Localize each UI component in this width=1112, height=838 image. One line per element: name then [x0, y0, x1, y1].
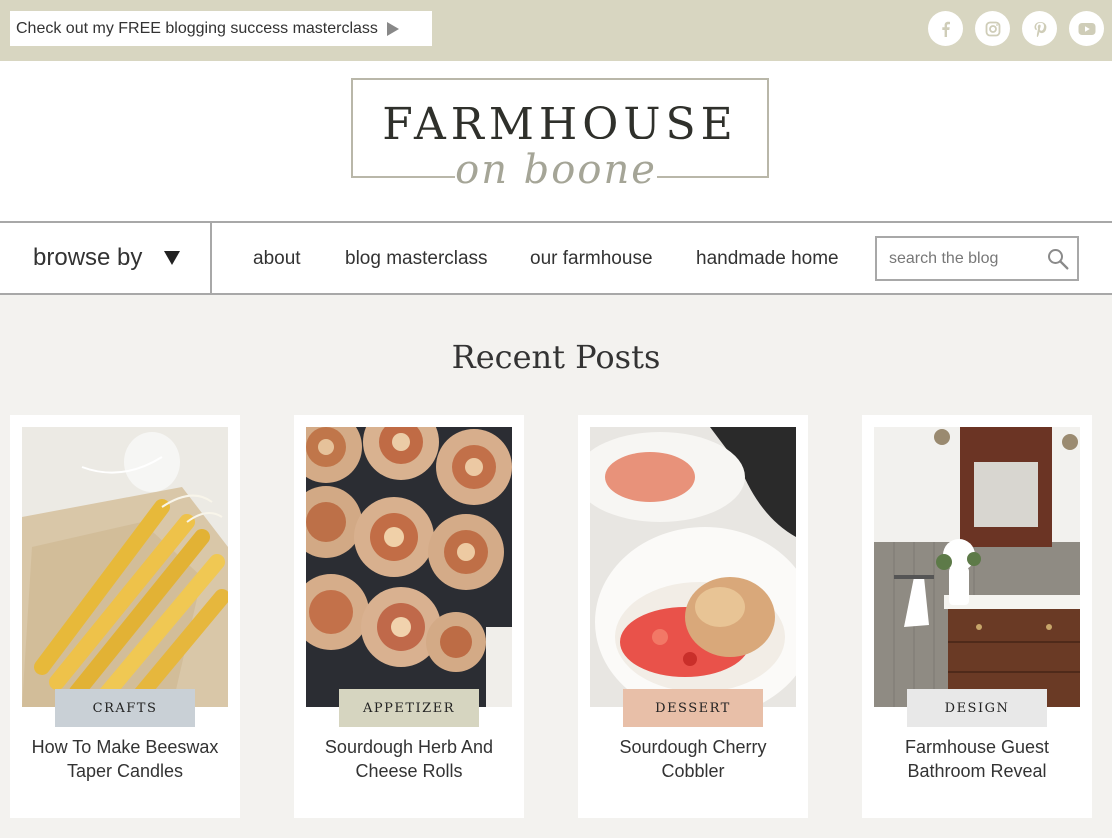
instagram-icon[interactable]	[975, 11, 1010, 46]
post-title[interactable]: Sourdough Herb And Cheese Rolls	[302, 735, 516, 783]
section-title: Recent Posts	[451, 338, 661, 376]
logo-script-wrap: on boone	[455, 139, 657, 201]
nav-link-about[interactable]: about	[253, 248, 301, 270]
post-title[interactable]: Sourdough Cherry Cobbler	[586, 735, 800, 783]
nav-link-handmade-home[interactable]: handmade home	[696, 248, 839, 270]
category-badge[interactable]: DESIGN	[907, 689, 1047, 727]
search-box	[875, 236, 1079, 281]
main-nav: browse by about blog masterclass our far…	[0, 221, 1112, 295]
facebook-icon[interactable]	[928, 11, 963, 46]
site-header: FARMHOUSE on boone	[0, 61, 1112, 221]
post-title[interactable]: How To Make Beeswax Taper Candles	[18, 735, 232, 783]
post-card[interactable]: CRAFTS How To Make Beeswax Taper Candles	[10, 415, 240, 818]
browse-by-label: browse by	[33, 244, 143, 271]
play-arrow-icon	[386, 21, 399, 36]
post-image[interactable]	[874, 427, 1080, 707]
post-card[interactable]: DESSERT Sourdough Cherry Cobbler	[578, 415, 808, 818]
pinterest-icon[interactable]	[1022, 11, 1057, 46]
category-badge[interactable]: APPETIZER	[339, 689, 479, 727]
youtube-icon[interactable]	[1069, 11, 1104, 46]
post-image[interactable]	[22, 427, 228, 707]
promo-text: Check out my FREE blogging success maste…	[16, 19, 378, 37]
post-card[interactable]: APPETIZER Sourdough Herb And Cheese Roll…	[294, 415, 524, 818]
nav-link-our-farmhouse[interactable]: our farmhouse	[530, 248, 653, 270]
top-bar: Check out my FREE blogging success maste…	[0, 0, 1112, 61]
post-image[interactable]	[590, 427, 796, 707]
post-title[interactable]: Farmhouse Guest Bathroom Reveal	[870, 735, 1084, 783]
logo-script: on boone	[455, 147, 657, 193]
category-badge[interactable]: DESSERT	[623, 689, 763, 727]
category-badge[interactable]: CRAFTS	[55, 689, 195, 727]
caret-down-icon	[164, 251, 181, 265]
post-image[interactable]	[306, 427, 512, 707]
search-icon[interactable]	[1047, 248, 1069, 270]
search-input[interactable]	[889, 247, 1039, 271]
browse-by-dropdown[interactable]: browse by	[0, 223, 212, 293]
masterclass-promo-link[interactable]: Check out my FREE blogging success maste…	[10, 11, 432, 46]
post-card[interactable]: DESIGN Farmhouse Guest Bathroom Reveal	[862, 415, 1092, 818]
nav-link-blog-masterclass[interactable]: blog masterclass	[345, 248, 488, 270]
